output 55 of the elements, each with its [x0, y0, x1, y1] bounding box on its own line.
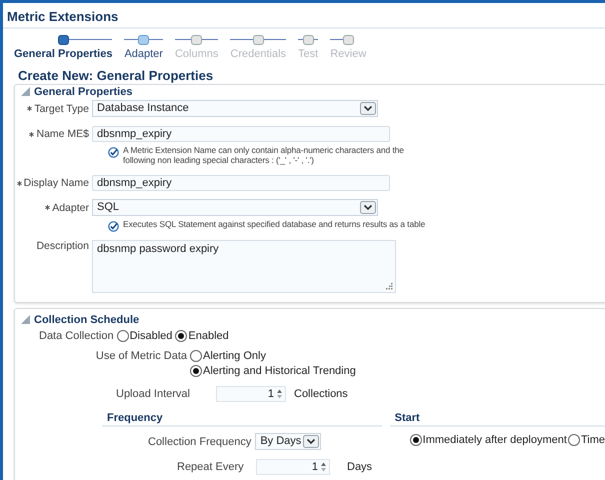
info-check-icon: [108, 147, 119, 158]
radio-label[interactable]: Time: [580, 434, 605, 446]
train-step-label: Columns: [174, 48, 218, 60]
subsection-title: Start: [394, 412, 420, 424]
radio-button[interactable]: [190, 350, 202, 362]
radio-label[interactable]: Immediately after deployment: [422, 434, 567, 446]
dropdown[interactable]: Database Instance: [92, 100, 378, 117]
dropdown[interactable]: By Days: [255, 433, 322, 450]
dropdown-chevron-icon: [360, 102, 376, 115]
hint-text: Executes SQL Statement against specified database and returns results as a table: [123, 219, 426, 229]
train-step-label: Credentials: [230, 48, 286, 60]
section-title: General Properties: [34, 86, 132, 98]
unit-label: Collections: [294, 388, 348, 400]
text-field[interactable]: dbsnmp_expiry: [92, 126, 390, 142]
page-title: Create New: General Properties: [18, 69, 214, 83]
radio-button[interactable]: [410, 434, 422, 446]
text-field[interactable]: dbnsmp_expiry: [92, 175, 390, 191]
spin-field[interactable]: 1: [256, 459, 330, 475]
subsection-title: Frequency: [107, 412, 163, 424]
hint-text: A Metric Extension Name can only contain alpha-numeric characters and the following non leading special characters : ('_' , '-' , '.'): [123, 145, 405, 165]
field-label: Use of Metric Data: [94, 350, 187, 364]
field-label: Adapter: [52, 202, 89, 214]
info-check-icon: [108, 221, 119, 232]
spinner-icon[interactable]: [320, 461, 327, 473]
train-step-label: Review: [330, 48, 366, 60]
train-step-label: Test: [298, 48, 318, 60]
train-stop[interactable]: [58, 34, 69, 44]
dropdown[interactable]: SQL: [92, 199, 378, 216]
field-label: Target Type: [34, 102, 89, 114]
radio-label[interactable]: Disabled: [130, 330, 172, 342]
spinner-icon[interactable]: [276, 388, 283, 400]
radio-label[interactable]: Alerting and Historical Trending: [203, 365, 356, 377]
field-label: Description: [36, 240, 89, 252]
description-field[interactable]: dbsnmp password expiry: [92, 240, 396, 293]
field-label: Data Collection: [39, 330, 114, 342]
radio-button[interactable]: [116, 330, 129, 342]
radio-label[interactable]: Alerting Only: [203, 350, 266, 362]
page-header-title: Metric Extensions: [3, 3, 605, 29]
field-label: Collection Frequency: [148, 436, 252, 448]
field-label: Repeat Every: [177, 461, 245, 473]
radio-button[interactable]: [190, 365, 202, 377]
train-step-label[interactable]: General Properties: [14, 48, 112, 60]
radio-button[interactable]: [175, 330, 188, 342]
radio-button[interactable]: [568, 434, 580, 446]
radio-label[interactable]: Enabled: [188, 330, 229, 342]
dropdown-chevron-icon: [360, 201, 376, 214]
field-label: Name ME$: [36, 128, 89, 140]
field-label: Display Name: [24, 177, 89, 189]
spin-field[interactable]: 1: [216, 386, 286, 402]
train-step-label[interactable]: Adapter: [124, 48, 163, 60]
dropdown-chevron-icon: [303, 435, 320, 448]
unit-label: Days: [347, 461, 372, 473]
resize-grip-icon[interactable]: [386, 283, 393, 290]
section-title: Collection Schedule: [34, 314, 140, 326]
field-label: Upload Interval: [116, 388, 190, 400]
